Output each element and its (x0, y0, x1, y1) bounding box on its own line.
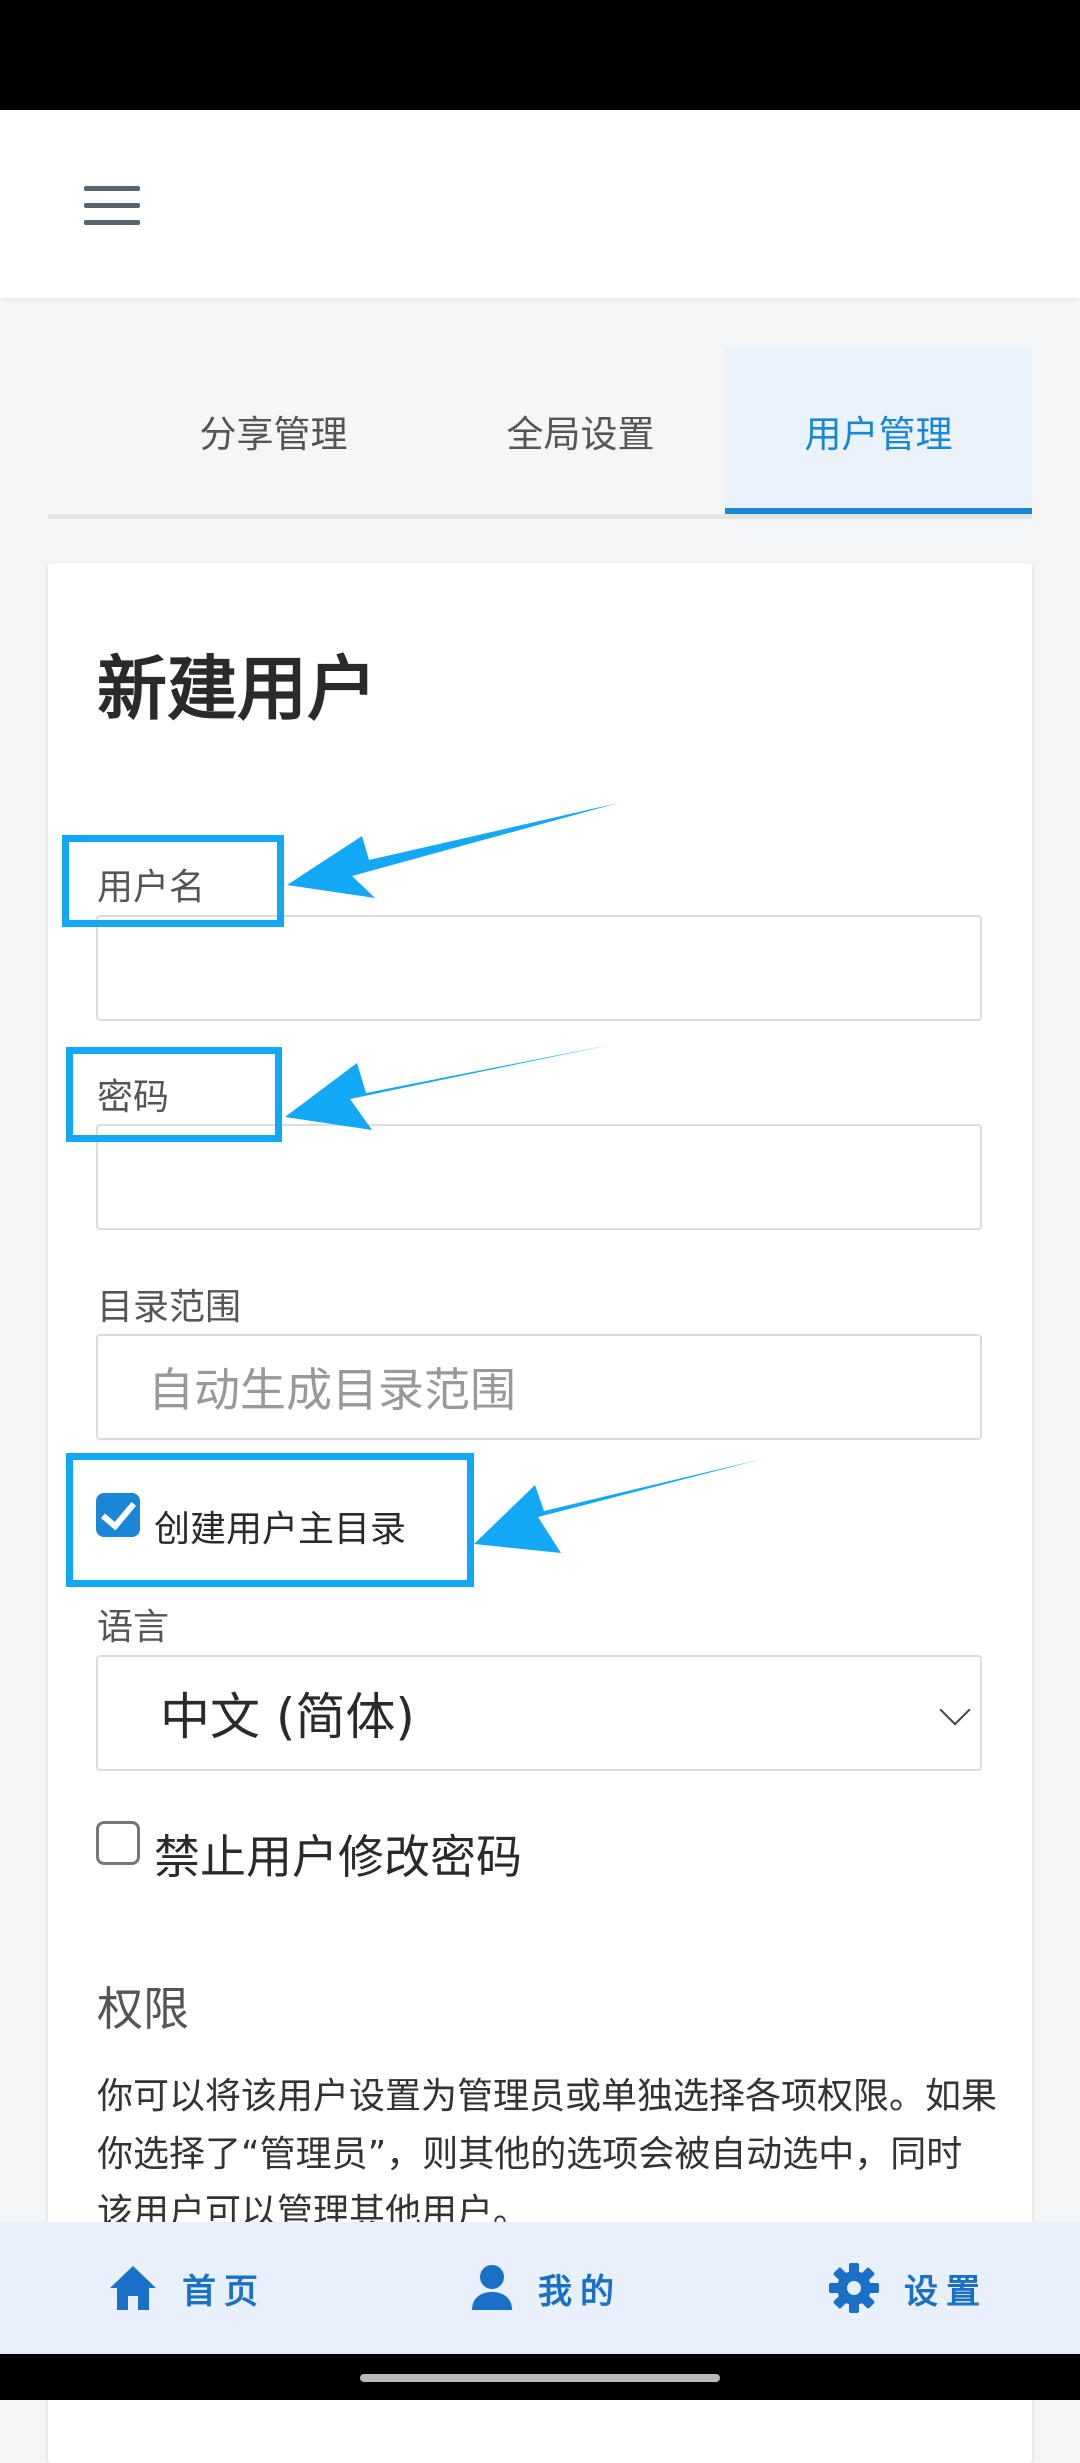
lock-password-label: 禁止用户修改密码 (154, 1830, 522, 1884)
language-label: 语言 (97, 1607, 170, 1648)
nav-settings-label: 设置 (904, 2271, 988, 2312)
system-home-bar (0, 2354, 1080, 2400)
language-value: 中文 (简体) (160, 1688, 415, 1746)
username-input[interactable] (96, 915, 982, 1021)
status-bar (0, 0, 1080, 110)
scope-label: 目录范围 (97, 1287, 242, 1328)
tab-global-settings[interactable]: 全局设置 (427, 348, 734, 514)
tab-user-management[interactable]: 用户管理 (725, 348, 1032, 514)
lock-password-checkbox[interactable] (96, 1821, 140, 1865)
annotation-box-username (62, 835, 284, 927)
gear-icon (829, 2263, 879, 2313)
page-title: 新建用户 (97, 648, 377, 730)
home-icon (110, 2266, 156, 2310)
tab-bar: 分享管理 全局设置 用户管理 (48, 348, 1032, 519)
language-select[interactable]: 中文 (简体) (96, 1655, 982, 1771)
nav-home[interactable]: 首页 (108, 2222, 266, 2354)
annotation-box-password (66, 1047, 282, 1142)
permissions-description: 你可以将该用户设置为管理员或单独选择各项权限。如果你选择了“管理员”，则其他的选… (97, 2076, 998, 2233)
home-indicator[interactable] (360, 2374, 720, 2382)
app-bar (0, 110, 1080, 298)
hamburger-menu-icon[interactable] (84, 186, 140, 226)
nav-home-label: 首页 (182, 2271, 266, 2312)
annotation-box-create-home (66, 1453, 474, 1587)
bottom-navigation: 首页 我的 设置 (0, 2222, 1080, 2354)
scope-input[interactable]: 自动生成目录范围 (96, 1334, 982, 1440)
chevron-down-icon (939, 1694, 971, 1726)
nav-settings[interactable]: 设置 (828, 2222, 988, 2354)
nav-mine-label: 我的 (538, 2271, 622, 2312)
nav-mine[interactable]: 我的 (470, 2222, 622, 2354)
person-icon (472, 2265, 512, 2310)
tab-share-management[interactable]: 分享管理 (120, 348, 427, 514)
permissions-title: 权限 (97, 1982, 189, 2036)
